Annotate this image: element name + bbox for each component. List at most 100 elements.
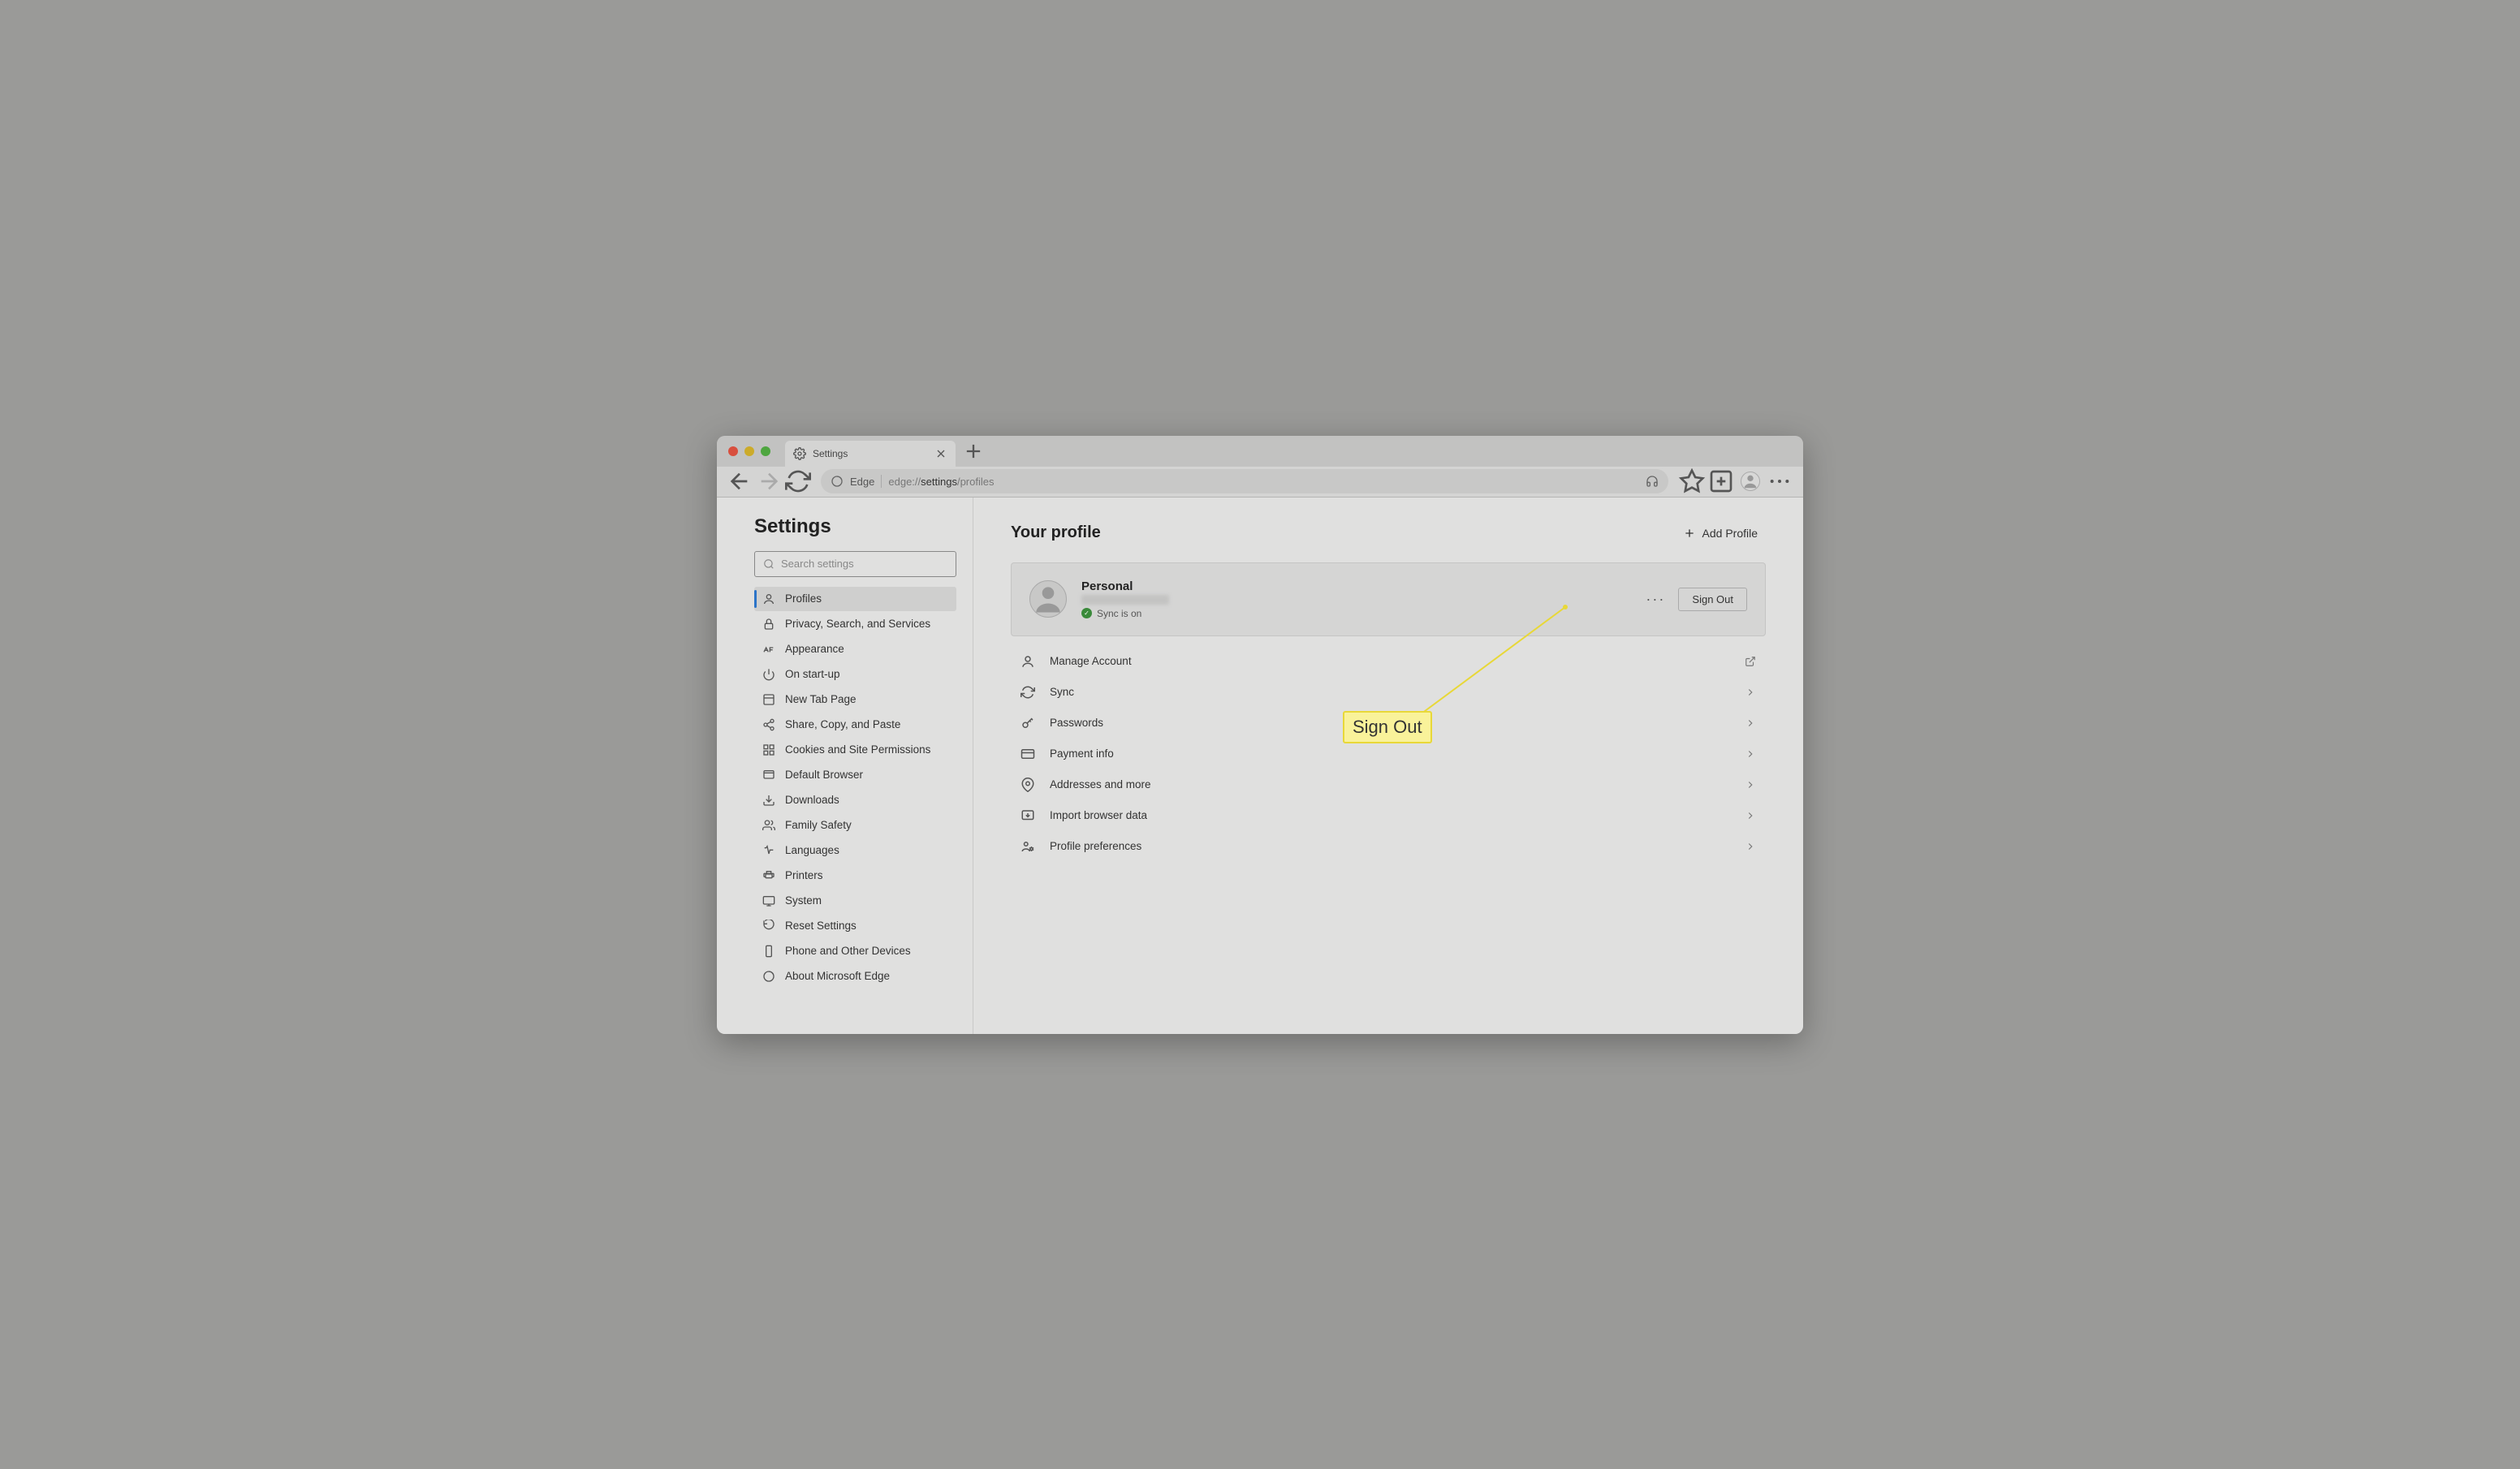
profile-name: Personal — [1081, 579, 1631, 593]
sidebar-title: Settings — [754, 515, 956, 538]
menu-button[interactable] — [1766, 468, 1793, 494]
profile-option-list: Manage Account SyncPasswords Payment info A… — [1011, 646, 1766, 862]
sidebar-item-share-copy-and-paste[interactable]: Share, Copy, and Paste — [754, 713, 956, 737]
nav-label: Family Safety — [785, 819, 852, 831]
sidebar-item-languages[interactable]: Languages — [754, 838, 956, 863]
sidebar-nav-list: Profiles Privacy, Search, and ServicesApp… — [754, 587, 956, 989]
nav-icon — [762, 693, 775, 706]
nav-label: Downloads — [785, 794, 839, 806]
option-label: Import browser data — [1050, 809, 1730, 821]
add-profile-button[interactable]: Add Profile — [1675, 522, 1766, 545]
avatar-icon — [1741, 472, 1760, 491]
profile-info: Personal ✓ Sync is on — [1081, 579, 1631, 619]
nav-icon — [762, 618, 775, 631]
option-icon — [1021, 808, 1035, 823]
maximize-window-button[interactable] — [761, 446, 770, 456]
chevron-right-icon — [1745, 810, 1756, 821]
nav-label: Languages — [785, 844, 839, 856]
address-separator — [881, 475, 882, 488]
option-icon — [1021, 654, 1035, 669]
nav-icon — [762, 769, 775, 782]
option-sync[interactable]: Sync — [1011, 677, 1766, 708]
toolbar-right — [1678, 468, 1793, 494]
chevron-right-icon — [1745, 687, 1756, 698]
nav-label: Printers — [785, 869, 823, 881]
browser-tab[interactable]: Settings — [785, 441, 956, 467]
nav-label: Phone and Other Devices — [785, 945, 911, 957]
profile-more-button[interactable]: ··· — [1646, 591, 1665, 608]
address-url: edge://settings/profiles — [888, 476, 994, 488]
sidebar-item-reset-settings[interactable]: Reset Settings — [754, 914, 956, 938]
nav-icon — [762, 743, 775, 756]
chevron-right-icon — [1745, 748, 1756, 760]
option-manage-account[interactable]: Manage Account — [1011, 646, 1766, 677]
sidebar-item-system[interactable]: System — [754, 889, 956, 913]
option-import-browser-data[interactable]: Import browser data — [1011, 800, 1766, 831]
forward-button[interactable] — [756, 468, 782, 494]
main-panel: Your profile Add Profile Personal ✓ Sync… — [973, 498, 1803, 1034]
nav-icon — [762, 970, 775, 983]
reload-button[interactable] — [785, 468, 811, 494]
nav-label: About Microsoft Edge — [785, 970, 890, 982]
sidebar-item-appearance[interactable]: Appearance — [754, 637, 956, 661]
nav-icon — [762, 592, 775, 605]
sidebar-item-cookies-and-site-permissions[interactable]: Cookies and Site Permissions — [754, 738, 956, 762]
profile-card: Personal ✓ Sync is on ··· Sign Out — [1011, 562, 1766, 636]
minimize-window-button[interactable] — [744, 446, 754, 456]
option-passwords[interactable]: Passwords — [1011, 708, 1766, 739]
option-label: Addresses and more — [1050, 778, 1730, 791]
close-tab-button[interactable] — [934, 447, 947, 460]
nav-label: Reset Settings — [785, 920, 857, 932]
sidebar-item-new-tab-page[interactable]: New Tab Page — [754, 687, 956, 712]
nav-icon — [762, 819, 775, 832]
nav-icon — [762, 668, 775, 681]
nav-icon — [762, 718, 775, 731]
sign-out-button[interactable]: Sign Out — [1678, 588, 1747, 611]
sync-status-label: Sync is on — [1097, 608, 1141, 619]
search-settings-box[interactable] — [754, 551, 956, 577]
option-label: Manage Account — [1050, 655, 1730, 667]
content: Settings Profiles Privacy, Search, and Se… — [717, 498, 1803, 1034]
nav-label: System — [785, 894, 822, 907]
address-label: Edge — [850, 476, 874, 488]
favorites-button[interactable] — [1678, 468, 1706, 494]
option-label: Payment info — [1050, 747, 1730, 760]
traffic-lights — [728, 446, 770, 456]
option-icon — [1021, 716, 1035, 730]
sidebar-item-profiles[interactable]: Profiles — [754, 587, 956, 611]
main-header: Your profile Add Profile — [1011, 522, 1766, 545]
sidebar-item-family-safety[interactable]: Family Safety — [754, 813, 956, 838]
sidebar-item-on-start-up[interactable]: On start-up — [754, 662, 956, 687]
option-icon — [1021, 839, 1035, 854]
sidebar-item-downloads[interactable]: Downloads — [754, 788, 956, 812]
search-settings-input[interactable] — [781, 558, 947, 570]
nav-icon — [762, 844, 775, 857]
option-addresses-and-more[interactable]: Addresses and more — [1011, 769, 1766, 800]
page-title: Your profile — [1011, 523, 1101, 542]
new-tab-button[interactable] — [962, 440, 985, 463]
read-aloud-icon[interactable] — [1646, 475, 1659, 488]
close-window-button[interactable] — [728, 446, 738, 456]
search-icon — [763, 558, 775, 570]
nav-label: New Tab Page — [785, 693, 857, 705]
nav-label: Share, Copy, and Paste — [785, 718, 900, 730]
external-link-icon — [1745, 656, 1756, 667]
nav-label: Profiles — [785, 592, 822, 605]
gear-icon — [793, 447, 806, 460]
address-bar[interactable]: Edge edge://settings/profiles — [821, 469, 1668, 493]
chevron-right-icon — [1745, 779, 1756, 791]
profile-button[interactable] — [1737, 468, 1764, 494]
nav-label: On start-up — [785, 668, 840, 680]
sidebar-item-about-microsoft-edge[interactable]: About Microsoft Edge — [754, 964, 956, 989]
tab-title: Settings — [813, 448, 928, 459]
collections-button[interactable] — [1707, 468, 1735, 494]
sidebar-item-printers[interactable]: Printers — [754, 864, 956, 888]
back-button[interactable] — [727, 468, 753, 494]
chevron-right-icon — [1745, 841, 1756, 852]
nav-icon — [762, 869, 775, 882]
option-profile-preferences[interactable]: Profile preferences — [1011, 831, 1766, 862]
sidebar-item-privacy-search-and-services[interactable]: Privacy, Search, and Services — [754, 612, 956, 636]
sidebar-item-default-browser[interactable]: Default Browser — [754, 763, 956, 787]
sidebar-item-phone-and-other-devices[interactable]: Phone and Other Devices — [754, 939, 956, 963]
option-payment-info[interactable]: Payment info — [1011, 739, 1766, 769]
